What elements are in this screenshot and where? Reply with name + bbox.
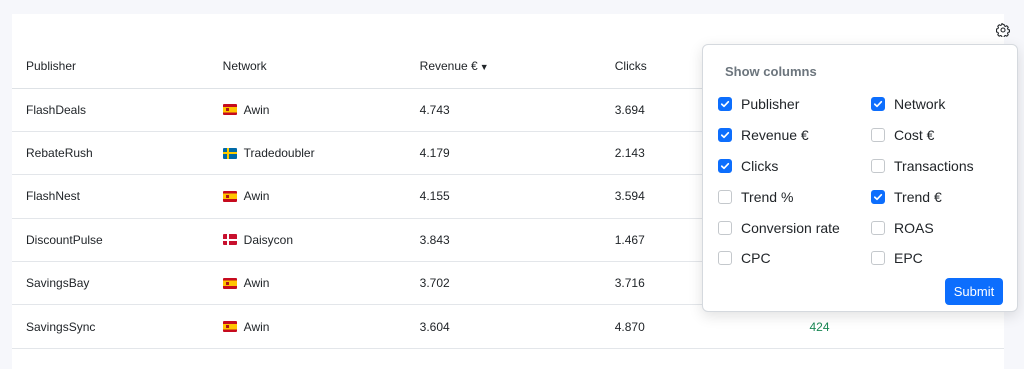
popover-title: Show columns <box>725 64 817 79</box>
revenue-cell: 3.843 <box>405 218 601 263</box>
checkmark-icon <box>873 101 883 108</box>
column-option-label: Transactions <box>894 157 974 174</box>
column-option-trend[interactable]: Trend % <box>718 181 871 212</box>
checkmark-icon <box>720 101 730 108</box>
gear-icon[interactable] <box>994 21 1012 39</box>
flag-es-icon <box>222 277 237 289</box>
checkbox-unchecked[interactable] <box>871 158 885 173</box>
publisher-cell: DiscountPulse <box>12 218 209 263</box>
checkbox-checked[interactable] <box>718 128 732 143</box>
sort-desc-icon: ▼ <box>479 61 489 72</box>
column-option-label: Trend € <box>894 188 942 205</box>
revenue-cell: 4.155 <box>405 174 601 219</box>
publisher-cell: FlashNest <box>12 174 209 219</box>
column-option-label: Publisher <box>741 96 800 113</box>
network-cell: Awin <box>208 88 406 132</box>
column-option-network[interactable]: Network <box>871 89 1011 120</box>
column-option-publisher[interactable]: Publisher <box>718 89 871 120</box>
network-cell: Awin <box>208 304 406 349</box>
flag-es-icon <box>222 321 237 333</box>
revenue-cell: 3.604 <box>405 304 601 349</box>
column-option-label: Revenue € <box>741 127 809 144</box>
checkbox-checked[interactable] <box>718 158 732 173</box>
column-header-revenue[interactable]: Revenue € ▼ <box>405 44 601 89</box>
publisher-cell: RebateRush <box>12 131 209 176</box>
checkbox-checked[interactable] <box>718 97 732 112</box>
column-option-label: EPC <box>894 250 923 267</box>
network-cell: Tradedoubler <box>208 131 406 176</box>
flag-es-icon <box>222 104 237 116</box>
column-option-revenue[interactable]: Revenue € <box>718 120 871 151</box>
column-header-publisher[interactable]: Publisher <box>12 44 209 89</box>
column-option-epc[interactable]: EPC <box>871 243 1011 274</box>
publisher-cell: SavingsBay <box>12 261 209 306</box>
publisher-cell: SavingsSync <box>12 304 209 349</box>
flag-dk-icon <box>222 234 237 246</box>
submit-button[interactable]: Submit <box>945 278 1003 305</box>
column-option-label: Network <box>894 96 946 113</box>
checkbox-unchecked[interactable] <box>871 220 885 235</box>
column-option-transactions[interactable]: Transactions <box>871 151 1011 182</box>
revenue-cell: 3.702 <box>405 261 601 306</box>
column-option-label: Clicks <box>741 157 779 174</box>
checkbox-unchecked[interactable] <box>718 251 732 266</box>
checkbox-unchecked[interactable] <box>871 128 885 143</box>
column-settings-popover: Show columns Publisher Network Revenue € Co… <box>702 44 1018 312</box>
flag-se-icon <box>222 147 237 159</box>
checkbox-checked[interactable] <box>871 97 885 112</box>
network-cell: Daisycon <box>208 218 406 263</box>
column-option-label: ROAS <box>894 219 934 236</box>
column-options: Publisher Network Revenue € Cost € Clicks Tra… <box>718 89 1011 274</box>
column-option-label: CPC <box>741 250 771 267</box>
column-option-label: Conversion rate <box>741 219 840 236</box>
network-cell: Awin <box>208 261 406 306</box>
revenue-cell: 4.743 <box>405 88 601 132</box>
column-option-trend[interactable]: Trend € <box>871 181 1011 212</box>
checkbox-unchecked[interactable] <box>871 251 885 266</box>
checkmark-icon <box>873 193 883 200</box>
column-option-roas[interactable]: ROAS <box>871 212 1011 243</box>
revenue-cell: 4.179 <box>405 131 601 176</box>
gear-icon-glyph <box>996 23 1010 37</box>
checkbox-checked[interactable] <box>871 189 885 204</box>
column-option-conversion-rate[interactable]: Conversion rate <box>718 212 871 243</box>
column-option-clicks[interactable]: Clicks <box>718 151 871 182</box>
checkbox-unchecked[interactable] <box>718 189 732 204</box>
column-option-label: Cost € <box>894 127 935 144</box>
publisher-cell: FlashDeals <box>12 88 209 132</box>
column-option-cost[interactable]: Cost € <box>871 120 1011 151</box>
network-cell: Awin <box>208 174 406 219</box>
column-header-network[interactable]: Network <box>208 44 406 89</box>
column-option-cpc[interactable]: CPC <box>718 243 871 274</box>
flag-es-icon <box>222 190 237 202</box>
column-option-label: Trend % <box>741 188 794 205</box>
checkmark-icon <box>720 162 730 170</box>
checkmark-icon <box>720 132 730 139</box>
checkbox-unchecked[interactable] <box>718 220 732 235</box>
